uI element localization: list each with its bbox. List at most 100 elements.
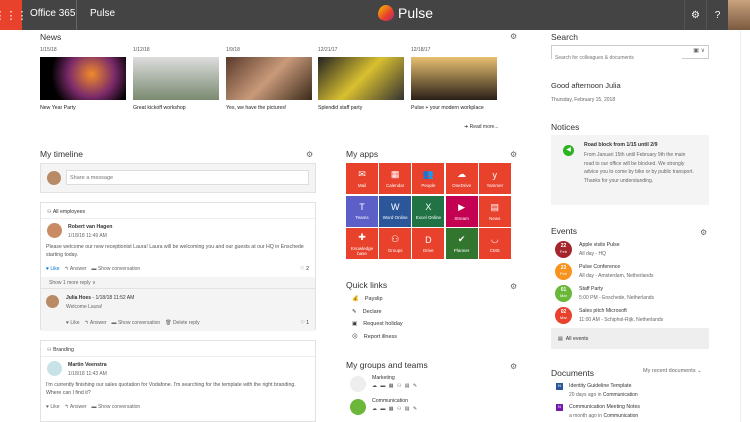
news-item[interactable]: 12/18/17 Pulse + your modern workplace bbox=[411, 47, 497, 111]
gear-icon[interactable]: ⚙ bbox=[510, 362, 517, 371]
group-item[interactable]: Marketing ☁ ▬ ▦ ⚇ ▤ ✎ bbox=[350, 374, 510, 394]
event-title: Pulse Conference bbox=[579, 264, 621, 270]
like-button[interactable]: ♥ Like bbox=[46, 266, 60, 272]
news-item[interactable]: 1/15/18 New Year Party bbox=[40, 47, 126, 111]
news-item[interactable]: 12/21/17 Splendid staff party bbox=[318, 47, 404, 111]
answer-button[interactable]: ↰ Answer bbox=[85, 320, 107, 326]
event-item[interactable]: 02 Mar Sales pitch Microsoft 11:00 AM - Sch… bbox=[555, 307, 663, 324]
event-item[interactable]: 22 Feb Apple visits Pulse All day - HQ bbox=[555, 241, 620, 258]
news-caption[interactable]: Great kickoff workshop bbox=[133, 105, 219, 111]
news-image[interactable] bbox=[40, 57, 126, 100]
search-input[interactable] bbox=[552, 52, 682, 64]
app-tile-onedrive[interactable]: ☁ OneDrive bbox=[445, 163, 478, 194]
app-tile-cms[interactable]: ◡ CMS bbox=[478, 228, 511, 259]
document-location[interactable]: Communication bbox=[603, 392, 638, 398]
reply-author[interactable]: Julia Hoes bbox=[66, 295, 91, 301]
app-tile-groups[interactable]: ⚇ Groups bbox=[379, 228, 412, 259]
document-item[interactable]: N Identity Guideline Template 20 days ago … bbox=[556, 383, 706, 398]
show-more-replies[interactable]: Show 1 more reply ∨ bbox=[49, 280, 96, 286]
quick-link-icon: 💰 bbox=[352, 296, 359, 302]
avatar bbox=[47, 223, 62, 238]
all-events-button[interactable]: ▤ All events bbox=[551, 328, 709, 349]
gear-icon[interactable]: ⚙ bbox=[510, 150, 517, 159]
gear-icon[interactable]: ⚙ bbox=[510, 32, 517, 41]
app-tile-people[interactable]: 👥 People bbox=[412, 163, 445, 194]
suite-title[interactable]: Office 365 bbox=[30, 8, 75, 19]
app-tile-stream[interactable]: ▶ Stream bbox=[445, 195, 478, 227]
settings-icon[interactable]: ⚙ bbox=[684, 0, 706, 30]
answer-button[interactable]: ↰ Answer bbox=[65, 266, 87, 272]
app-label: CMS bbox=[489, 248, 500, 253]
app-icon: X bbox=[425, 202, 432, 212]
gear-icon[interactable]: ⚙ bbox=[510, 282, 517, 291]
scrollbar[interactable] bbox=[740, 30, 750, 422]
read-more-link[interactable]: ➜ Read more... bbox=[464, 124, 499, 130]
news-item[interactable]: 1/9/18 Yes, we have the pictures! bbox=[226, 47, 312, 111]
user-avatar[interactable] bbox=[728, 0, 750, 30]
group-item[interactable]: Communication ☁ ▬ ▦ ⚇ ▤ ✎ bbox=[350, 397, 510, 417]
news-image[interactable] bbox=[411, 57, 497, 100]
delete-reply-button[interactable]: 🗑 Delete reply bbox=[165, 320, 199, 326]
answer-button[interactable]: ↰ Answer bbox=[65, 404, 87, 410]
quick-link[interactable]: ▣ Request holiday bbox=[352, 321, 403, 327]
show-conversation-button[interactable]: ▬ Show conversation bbox=[92, 404, 141, 410]
app-icon: ☁ bbox=[457, 169, 467, 179]
app-launcher-icon[interactable]: ⋮⋮⋮ bbox=[0, 0, 28, 30]
gear-icon[interactable]: ⚙ bbox=[306, 150, 313, 159]
event-item[interactable]: 23 Feb Pulse Conference All day - Amsterdam… bbox=[555, 263, 653, 280]
app-tile-yammer[interactable]: y Yammer bbox=[478, 163, 511, 194]
group-app-icons[interactable]: ☁ ▬ ▦ ⚇ ▤ ✎ bbox=[372, 383, 418, 389]
event-item[interactable]: 01 Mar Staff Party 5:00 PM - Enschede, Neth… bbox=[555, 285, 654, 302]
quick-link[interactable]: 💰 Payslip bbox=[352, 296, 383, 302]
news-item[interactable]: 1/12/18 Great kickoff workshop bbox=[133, 47, 219, 111]
app-tile-teams[interactable]: T Teams bbox=[346, 195, 378, 227]
post-text: I'm currently finishing our sales quotat… bbox=[46, 382, 296, 396]
app-tile-word-online[interactable]: W Word Online bbox=[379, 195, 412, 227]
news-image[interactable] bbox=[133, 57, 219, 100]
quick-links-title: Quick links bbox=[346, 280, 388, 290]
news-image[interactable] bbox=[226, 57, 312, 100]
app-tile-planner[interactable]: ✔ Planner bbox=[445, 228, 478, 259]
like-button[interactable]: ♥ Like bbox=[66, 320, 80, 326]
app-tile-knowledge-base[interactable]: ✚ Knowledge base bbox=[346, 228, 378, 259]
post-author[interactable]: Robert van Hagen bbox=[68, 224, 112, 230]
app-tile-news[interactable]: ▤ News bbox=[478, 195, 511, 227]
app-icon: ▤ bbox=[490, 201, 500, 212]
gear-icon[interactable]: ⚙ bbox=[700, 228, 707, 237]
app-icon: y bbox=[492, 169, 498, 180]
app-tile-drive[interactable]: D Drive bbox=[412, 228, 445, 259]
documents-filter-dropdown[interactable]: My recent documents ⌄ bbox=[643, 368, 702, 374]
news-caption[interactable]: Yes, we have the pictures! bbox=[226, 105, 312, 111]
app-label: Calendar bbox=[386, 183, 405, 188]
news-caption[interactable]: New Year Party bbox=[40, 105, 126, 111]
quick-link[interactable]: ✎ Declare bbox=[352, 309, 382, 315]
news-image[interactable] bbox=[318, 57, 404, 100]
search-scope-dropdown[interactable]: ▣ ∨ bbox=[693, 47, 705, 54]
post-author[interactable]: Martin Veenstra bbox=[68, 362, 107, 368]
quick-link[interactable]: ☹ Report illness bbox=[352, 334, 397, 340]
document-location[interactable]: Communication bbox=[603, 413, 638, 419]
event-detail: All day - Amsterdam, Netherlands bbox=[579, 273, 654, 279]
search-title: Search bbox=[551, 32, 578, 42]
news-caption[interactable]: Splendid staff party bbox=[318, 105, 404, 111]
documents-title: Documents bbox=[551, 368, 594, 378]
show-conversation-button[interactable]: ▬ Show conversation bbox=[112, 320, 161, 326]
event-title: Sales pitch Microsoft bbox=[579, 308, 627, 314]
event-detail: 5:00 PM - Enschede, Netherlands bbox=[579, 295, 655, 301]
show-conversation-button[interactable]: ▬ Show conversation bbox=[92, 266, 141, 272]
reply-text: Welcome Laura! bbox=[66, 304, 103, 310]
app-tile-calendar[interactable]: ▦ Calendar bbox=[379, 163, 412, 194]
app-tile-mail[interactable]: ✉ Mail bbox=[346, 163, 378, 194]
app-icon: ⚇ bbox=[391, 234, 400, 244]
app-tile-excel-online[interactable]: X Excel Online bbox=[412, 195, 445, 227]
event-date-badge: 02 Mar bbox=[555, 307, 572, 324]
event-date-badge: 23 Feb bbox=[555, 263, 572, 280]
notice-card[interactable]: ◀ Road block from 1/15 until 2/9 From Ja… bbox=[551, 135, 709, 205]
app-title[interactable]: Pulse bbox=[90, 8, 115, 19]
help-icon[interactable]: ? bbox=[706, 0, 728, 30]
group-app-icons[interactable]: ☁ ▬ ▦ ⚇ ▤ ✎ bbox=[372, 406, 418, 412]
like-button[interactable]: ♥ Like bbox=[46, 404, 60, 410]
share-message-input[interactable] bbox=[66, 170, 309, 185]
document-item[interactable]: N Communication Meeting Notes a month ago … bbox=[556, 404, 706, 419]
news-caption[interactable]: Pulse + your modern workplace bbox=[411, 105, 497, 111]
